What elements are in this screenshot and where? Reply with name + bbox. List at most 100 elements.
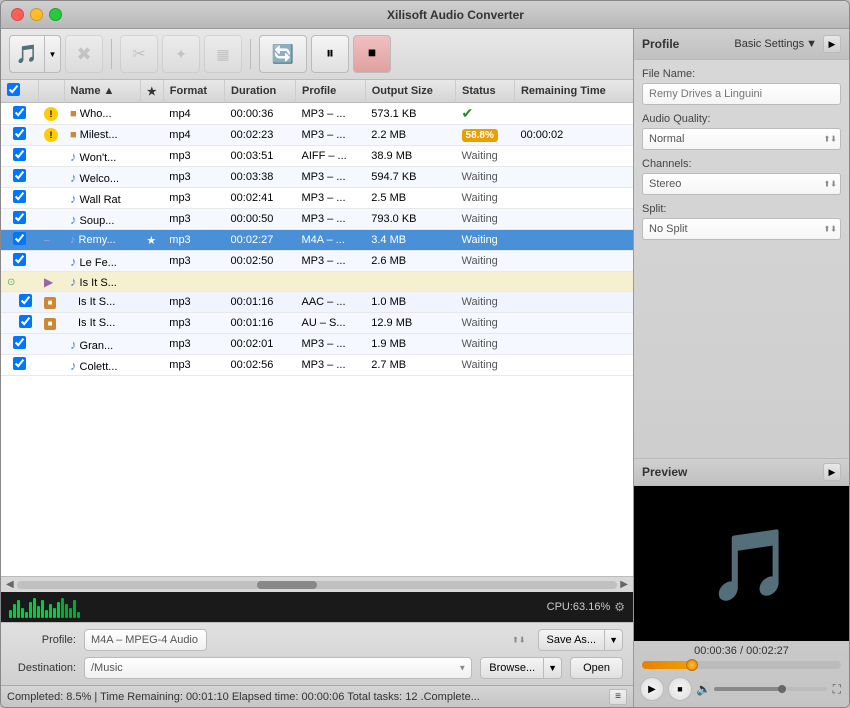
horizontal-scrollbar[interactable]: ◀ ▶ <box>1 576 633 592</box>
table-row[interactable]: ■ Is It S... mp3 00:01:16 AU – S... 12.9… <box>1 313 633 334</box>
profile-select[interactable]: M4A – MPEG-4 Audio <box>84 629 207 651</box>
cut-button[interactable]: ✂ <box>120 35 158 73</box>
volume-thumb[interactable] <box>778 685 786 693</box>
row-checkbox[interactable] <box>19 315 32 328</box>
table-row[interactable]: ♪ Le Fe... mp3 00:02:50 MP3 – ... 2.6 MB… <box>1 251 633 272</box>
scroll-thumb[interactable] <box>257 581 317 589</box>
row-checkbox[interactable] <box>13 232 26 245</box>
convert-icon: 🔄 <box>272 44 294 65</box>
save-as-arrow-button[interactable]: ▼ <box>605 629 623 651</box>
stop-button[interactable]: ⏹ <box>353 35 391 73</box>
destination-select[interactable]: /Music <box>84 657 472 679</box>
profile-row: Profile: M4A – MPEG-4 Audio Save As... ▼ <box>11 629 623 651</box>
wave-bar <box>45 610 48 618</box>
col-name[interactable]: Name ▲ <box>64 80 140 103</box>
minimize-button[interactable] <box>30 8 43 21</box>
progress-thumb[interactable] <box>686 659 698 671</box>
table-row[interactable]: ! ■ Milest... mp4 00:02:23 MP3 – ... 2.2… <box>1 125 633 146</box>
film-button[interactable]: ▦ <box>204 35 242 73</box>
row-checkbox[interactable] <box>13 357 26 370</box>
col-status[interactable]: Status <box>456 80 515 103</box>
col-star: ★ <box>140 80 163 103</box>
table-row[interactable]: ♪ Soup... mp3 00:00:50 MP3 – ... 793.0 K… <box>1 209 633 230</box>
col-profile[interactable]: Profile <box>296 80 366 103</box>
scroll-left-arrow[interactable]: ◀ <box>3 579 17 590</box>
split-select[interactable]: No Split <box>642 218 841 240</box>
basic-settings-tab[interactable]: Basic Settings ▼ <box>734 38 817 50</box>
stop-player-button[interactable]: ■ <box>668 677 692 701</box>
col-format[interactable]: Format <box>163 80 224 103</box>
browse-main-button[interactable]: Browse... <box>480 657 544 679</box>
row-checkbox[interactable] <box>13 336 26 349</box>
table-row[interactable]: ♪ Gran... mp3 00:02:01 MP3 – ... 1.9 MB … <box>1 334 633 355</box>
preview-nav-button[interactable]: ▶ <box>823 463 841 481</box>
preview-header: Preview ▶ <box>634 459 849 486</box>
progress-track[interactable] <box>642 661 841 669</box>
row-checkbox[interactable] <box>13 211 26 224</box>
open-button[interactable]: Open <box>570 657 623 679</box>
play-button[interactable]: ▶ <box>640 677 664 701</box>
main-window: Xilisoft Audio Converter 🎵 ▼ ✖ <box>0 0 850 708</box>
convert-button[interactable]: 🔄 <box>259 35 307 73</box>
col-duration[interactable]: Duration <box>225 80 296 103</box>
settings-dropdown-icon: ▼ <box>806 38 817 50</box>
row-checkbox[interactable] <box>13 169 26 182</box>
profile-tab[interactable]: Profile <box>642 37 679 51</box>
audio-quality-group: Audio Quality: Normal <box>642 113 841 150</box>
row-checkbox[interactable] <box>13 253 26 266</box>
row-checkbox[interactable] <box>13 148 26 161</box>
scroll-track[interactable] <box>17 581 618 589</box>
music-icon: ♪ <box>70 149 77 164</box>
scroll-right-arrow[interactable]: ▶ <box>617 579 631 590</box>
table-row-selected[interactable]: – ♪ Remy... ★ mp3 00:02:27 M4A – ... 3.4… <box>1 230 633 251</box>
left-panel: 🎵 ▼ ✖ ✂ ✦ ▦ <box>1 29 634 707</box>
effect-button[interactable]: ✦ <box>162 35 200 73</box>
row-checkbox[interactable] <box>13 127 26 140</box>
file-name-input[interactable] <box>642 83 841 105</box>
col-output-size[interactable]: Output Size <box>365 80 455 103</box>
col-warning <box>38 80 64 103</box>
effect-icon: ✦ <box>175 46 187 63</box>
settings-icon[interactable]: ⚙ <box>614 600 625 614</box>
row-checkbox[interactable] <box>13 106 26 119</box>
table-row[interactable]: ! ■ Who... mp4 00:00:36 MP3 – ... 573.1 … <box>1 103 633 125</box>
col-remaining[interactable]: Remaining Time <box>514 80 633 103</box>
main-content: 🎵 ▼ ✖ ✂ ✦ ▦ <box>1 29 849 707</box>
fullscreen-button[interactable]: ⛶ <box>831 680 843 699</box>
table-row-group[interactable]: ⊙ ▶ ♪ Is It S... <box>1 272 633 292</box>
right-panel-header: Profile Basic Settings ▼ ▶ <box>634 29 849 60</box>
file-table: Name ▲ ★ Format Duration Profile Output … <box>1 80 633 376</box>
table-row[interactable]: ■ Is It S... mp3 00:01:16 AAC – ... 1.0 … <box>1 292 633 313</box>
destination-select-wrapper: /Music <box>84 657 472 679</box>
table-row[interactable]: ♪ Won't... mp3 00:03:51 AIFF – ... 38.9 … <box>1 146 633 167</box>
select-all-checkbox[interactable] <box>7 83 20 96</box>
browse-button[interactable]: Browse... ▼ <box>480 657 562 679</box>
table-row[interactable]: ♪ Wall Rat mp3 00:02:41 MP3 – ... 2.5 MB… <box>1 188 633 209</box>
remove-button[interactable]: ✖ <box>65 35 103 73</box>
music-icon: ♪ <box>70 170 77 185</box>
maximize-button[interactable] <box>49 8 62 21</box>
save-as-button[interactable]: Save As... ▼ <box>538 629 623 651</box>
table-row[interactable]: ♪ Welco... mp3 00:03:38 MP3 – ... 594.7 … <box>1 167 633 188</box>
row-checkbox[interactable] <box>19 294 32 307</box>
status-done-icon: ✔ <box>462 105 474 121</box>
browse-arrow-button[interactable]: ▼ <box>544 657 562 679</box>
save-as-main-button[interactable]: Save As... <box>538 629 606 651</box>
waveform-display <box>9 596 80 618</box>
audio-quality-select[interactable]: Normal <box>642 128 841 150</box>
channels-select[interactable]: Stereo <box>642 173 841 195</box>
volume-track[interactable] <box>714 687 827 691</box>
progress-bar-container[interactable] <box>634 659 849 671</box>
file-list[interactable]: Name ▲ ★ Format Duration Profile Output … <box>1 80 633 576</box>
volume-slider: 🔊 <box>696 682 827 696</box>
status-details-button[interactable]: ≡ <box>609 689 627 705</box>
add-files-button[interactable]: 🎵 <box>9 35 45 73</box>
file-name-group: File Name: <box>642 68 841 105</box>
right-panel-nav-button[interactable]: ▶ <box>823 35 841 53</box>
table-row[interactable]: ♪ Colett... mp3 00:02:56 MP3 – ... 2.7 M… <box>1 355 633 376</box>
add-dropdown-arrow[interactable]: ▼ <box>45 35 61 73</box>
row-checkbox[interactable] <box>13 190 26 203</box>
profile-label: Profile: <box>11 634 76 646</box>
close-button[interactable] <box>11 8 24 21</box>
pause-button[interactable]: ⏸ <box>311 35 349 73</box>
